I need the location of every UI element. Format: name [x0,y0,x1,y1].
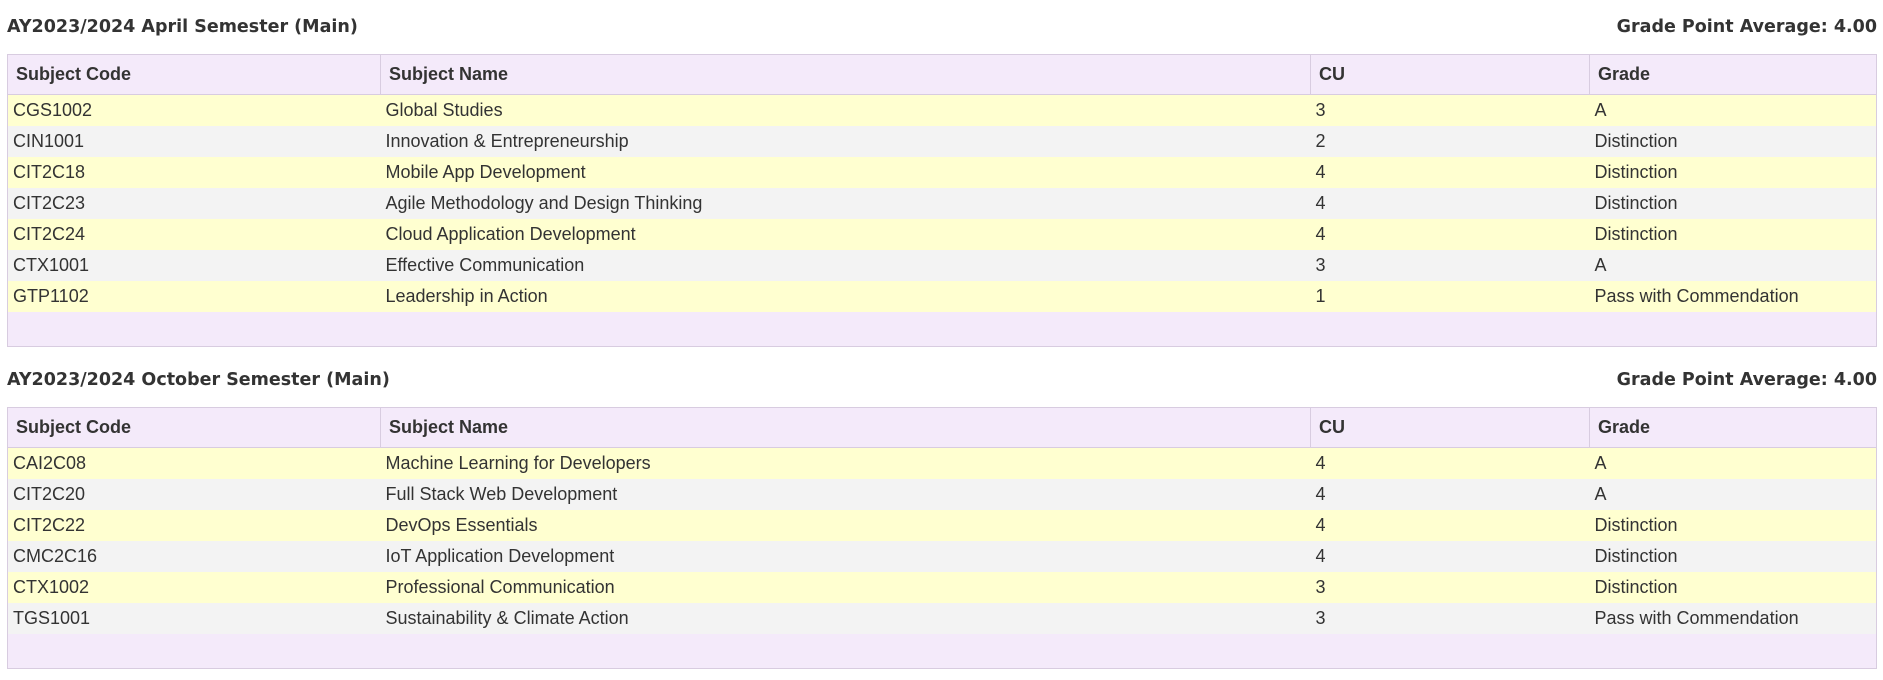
cu-cell: 3 [1310,250,1590,281]
table-row: CIT2C24 Cloud Application Development 4 … [7,219,1877,250]
grade-cell: Distinction [1589,219,1877,250]
grade-cell: Distinction [1589,126,1877,157]
table-footer [7,312,1877,347]
table-row: CTX1002 Professional Communication 3 Dis… [7,572,1877,603]
subject-code-cell: CAI2C08 [7,447,381,479]
column-header-grade: Grade [1589,407,1877,448]
table-footer [7,634,1877,669]
semester-title: AY2023/2024 October Semester (Main) [7,370,390,390]
cu-cell: 4 [1310,510,1590,541]
table-row: TGS1001 Sustainability & Climate Action … [7,603,1877,634]
subject-code-cell: GTP1102 [7,281,381,312]
semester-header: AY2023/2024 October Semester (Main) Grad… [7,353,1877,407]
subject-code-cell: CIT2C18 [7,157,381,188]
subject-name-cell: Effective Communication [380,250,1311,281]
grade-point-average: Grade Point Average: 4.00 [1616,370,1877,390]
subject-name-cell: Agile Methodology and Design Thinking [380,188,1311,219]
cu-cell: 2 [1310,126,1590,157]
subject-name-cell: IoT Application Development [380,541,1311,572]
table-row: CGS1002 Global Studies 3 A [7,94,1877,126]
table-header-row: Subject Code Subject Name CU Grade [7,407,1877,448]
subject-name-cell: Cloud Application Development [380,219,1311,250]
subject-name-cell: Machine Learning for Developers [380,447,1311,479]
cu-cell: 3 [1310,603,1590,634]
semester-header: AY2023/2024 April Semester (Main) Grade … [7,0,1877,54]
grade-cell: Distinction [1589,188,1877,219]
subject-name-cell: Leadership in Action [380,281,1311,312]
subject-code-cell: TGS1001 [7,603,381,634]
subject-code-cell: CIT2C23 [7,188,381,219]
column-header-grade: Grade [1589,54,1877,95]
table-row: GTP1102 Leadership in Action 1 Pass with… [7,281,1877,312]
grade-cell: Distinction [1589,510,1877,541]
column-header-cu: CU [1310,407,1590,448]
semester-section: AY2023/2024 October Semester (Main) Grad… [7,353,1877,669]
table-header-row: Subject Code Subject Name CU Grade [7,54,1877,95]
table-row: CIT2C20 Full Stack Web Development 4 A [7,479,1877,510]
subject-code-cell: CIT2C24 [7,219,381,250]
grade-cell: Distinction [1589,541,1877,572]
table-row: CIN1001 Innovation & Entrepreneurship 2 … [7,126,1877,157]
grade-cell: A [1589,479,1877,510]
column-header-subject-code: Subject Code [7,407,381,448]
table-footer-row [7,312,1877,347]
cu-cell: 4 [1310,479,1590,510]
table-row: CMC2C16 IoT Application Development 4 Di… [7,541,1877,572]
subject-name-cell: DevOps Essentials [380,510,1311,541]
table-row: CIT2C22 DevOps Essentials 4 Distinction [7,510,1877,541]
subject-name-cell: Full Stack Web Development [380,479,1311,510]
subject-code-cell: CMC2C16 [7,541,381,572]
subject-name-cell: Innovation & Entrepreneurship [380,126,1311,157]
table-row: CTX1001 Effective Communication 3 A [7,250,1877,281]
subject-name-cell: Sustainability & Climate Action [380,603,1311,634]
table-row: CIT2C18 Mobile App Development 4 Distinc… [7,157,1877,188]
subject-name-cell: Mobile App Development [380,157,1311,188]
column-header-cu: CU [1310,54,1590,95]
column-header-subject-name: Subject Name [380,54,1311,95]
subject-code-cell: CIT2C20 [7,479,381,510]
cu-cell: 4 [1310,188,1590,219]
semester-title: AY2023/2024 April Semester (Main) [7,17,358,37]
table-row: CIT2C23 Agile Methodology and Design Thi… [7,188,1877,219]
grade-cell: Distinction [1589,157,1877,188]
grade-cell: A [1589,94,1877,126]
grade-cell: A [1589,250,1877,281]
cu-cell: 4 [1310,541,1590,572]
cu-cell: 4 [1310,447,1590,479]
grade-cell: Pass with Commendation [1589,281,1877,312]
grades-table: Subject Code Subject Name CU Grade CAI2C… [7,407,1877,669]
subject-code-cell: CTX1002 [7,572,381,603]
subject-code-cell: CTX1001 [7,250,381,281]
column-header-subject-code: Subject Code [7,54,381,95]
subject-name-cell: Professional Communication [380,572,1311,603]
grade-cell: Distinction [1589,572,1877,603]
cu-cell: 3 [1310,572,1590,603]
table-footer-row [7,634,1877,669]
semester-section: AY2023/2024 April Semester (Main) Grade … [7,0,1877,347]
table-row: CAI2C08 Machine Learning for Developers … [7,447,1877,479]
subject-code-cell: CIN1001 [7,126,381,157]
subject-name-cell: Global Studies [380,94,1311,126]
grade-point-average: Grade Point Average: 4.00 [1616,17,1877,37]
column-header-subject-name: Subject Name [380,407,1311,448]
cu-cell: 4 [1310,157,1590,188]
grades-table: Subject Code Subject Name CU Grade CGS10… [7,54,1877,347]
subject-code-cell: CGS1002 [7,94,381,126]
subject-code-cell: CIT2C22 [7,510,381,541]
cu-cell: 1 [1310,281,1590,312]
grade-cell: Pass with Commendation [1589,603,1877,634]
grade-cell: A [1589,447,1877,479]
cu-cell: 4 [1310,219,1590,250]
cu-cell: 3 [1310,94,1590,126]
